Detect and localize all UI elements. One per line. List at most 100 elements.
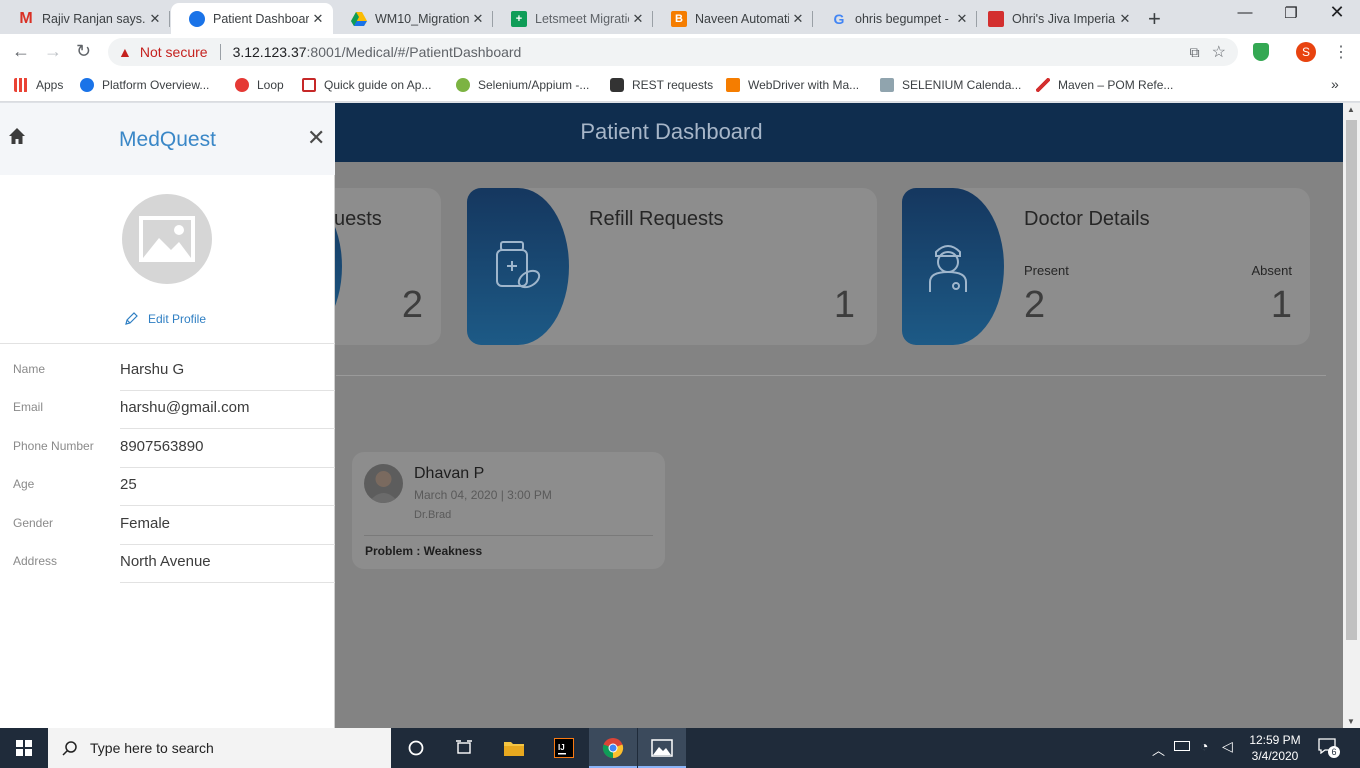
tab-gmail[interactable]: M Rajiv Ranjan says... ✕: [0, 3, 170, 34]
bookmark-rest-requests[interactable]: REST requests: [610, 78, 713, 92]
appointment-problem: Problem : Weakness: [365, 544, 483, 558]
bookmark-loop[interactable]: Loop: [235, 78, 284, 92]
page-scrollbar[interactable]: ▲ ▼: [1343, 103, 1360, 728]
scroll-up-arrow-icon[interactable]: ▲: [1347, 105, 1355, 114]
clock-time: 12:59 PM: [1249, 733, 1301, 747]
bookmark-platform-overview[interactable]: Platform Overview...: [80, 78, 209, 92]
blogger-icon: [726, 78, 740, 92]
appointment-doctor: Dr.Brad: [414, 509, 452, 521]
search-placeholder: Type here to search: [90, 740, 214, 756]
divider: [120, 582, 335, 583]
bookmark-selenium-calendar[interactable]: SELENIUM Calenda...: [880, 78, 1021, 92]
new-tab-button[interactable]: +: [1148, 6, 1161, 32]
tab-patient-dashboard[interactable]: Patient Dashboard ✕: [171, 3, 333, 34]
bookmarks-bar: Apps Platform Overview... Loop Quick gui…: [0, 70, 1360, 102]
field-label: Age: [13, 477, 35, 491]
cortana-button[interactable]: [392, 728, 440, 768]
wifi-icon[interactable]: ◔: [1200, 738, 1208, 754]
start-button[interactable]: [0, 728, 48, 768]
clock-date: 3/4/2020: [1251, 749, 1299, 763]
divider: [120, 505, 335, 506]
photos-icon: [651, 739, 673, 757]
bookmark-quick-guide[interactable]: Quick guide on Ap...: [302, 78, 431, 92]
close-tab-icon[interactable]: ✕: [629, 11, 647, 27]
tab-title: Patient Dashboard: [213, 11, 309, 26]
profile-row-age: Age 25: [0, 468, 335, 506]
minimize-button[interactable]: —: [1222, 4, 1268, 21]
refill-requests-card[interactable]: Refill Requests 1: [467, 188, 877, 345]
tab-wm10-migration[interactable]: WM10_Migration ✕: [333, 3, 493, 34]
translate-icon[interactable]: ⧉: [1190, 44, 1200, 61]
field-label: Email: [13, 400, 44, 414]
profile-row-gender: Gender Female: [0, 507, 335, 545]
tab-letsmeet[interactable]: + Letsmeet Migratio ✕: [493, 3, 653, 34]
back-button[interactable]: ←: [12, 41, 30, 62]
reload-button[interactable]: ↻: [76, 41, 91, 62]
tab-ohris[interactable]: G ohris begumpet - ✕: [813, 3, 977, 34]
calendar-icon: [880, 78, 894, 92]
appointment-card[interactable]: Dhavan P March 04, 2020 | 3:00 PM Dr.Bra…: [352, 452, 665, 569]
bookmark-label: Apps: [36, 78, 64, 92]
file-explorer-button[interactable]: [490, 728, 538, 768]
scroll-down-arrow-icon[interactable]: ▼: [1347, 717, 1355, 726]
intellij-button[interactable]: IJ: [540, 728, 588, 768]
bookmark-maven-pom[interactable]: Maven – POM Refe...: [1036, 78, 1173, 92]
close-tab-icon[interactable]: ✕: [146, 11, 164, 27]
bookmark-star-icon[interactable]: ☆: [1212, 42, 1226, 62]
site-icon: [988, 10, 1004, 27]
profile-avatar[interactable]: S: [1296, 42, 1316, 62]
rest-icon: [610, 78, 624, 92]
tab-title: Letsmeet Migratio: [535, 11, 629, 26]
bookmark-webdriver[interactable]: WebDriver with Ma...: [726, 78, 859, 92]
chrome-button[interactable]: [589, 728, 637, 768]
windows-taskbar: Type here to search IJ ︿ ◔ ◁ 12:59 PM 3/…: [0, 728, 1360, 768]
search-icon: [62, 741, 77, 756]
close-tab-icon[interactable]: ✕: [789, 11, 807, 27]
present-label: Present: [1024, 263, 1069, 278]
profile-avatar-placeholder[interactable]: [122, 194, 212, 284]
scrollbar-thumb[interactable]: [1346, 120, 1357, 640]
photos-button[interactable]: [638, 728, 686, 768]
show-hidden-icons-chevron-icon[interactable]: ︿: [1152, 740, 1165, 759]
loop-icon: [235, 78, 249, 92]
bookmark-label: Platform Overview...: [102, 78, 210, 92]
bookmark-label: SELENIUM Calenda...: [902, 78, 1022, 92]
tab-ohris-jiva[interactable]: Ohri's Jiva Imperia ✕: [970, 3, 1140, 34]
edit-profile-link[interactable]: Edit Profile: [124, 312, 206, 326]
taskbar-search-input[interactable]: Type here to search: [48, 728, 391, 768]
bookmark-apps[interactable]: Apps: [14, 78, 63, 92]
close-tab-icon[interactable]: ✕: [309, 11, 327, 27]
close-tab-icon[interactable]: ✕: [1116, 11, 1134, 27]
forward-button[interactable]: →: [44, 41, 62, 62]
tab-naveen[interactable]: B Naveen Automatio ✕: [653, 3, 813, 34]
field-value: harshu@gmail.com: [120, 399, 250, 416]
doctor-details-card[interactable]: Doctor Details Present Absent 2 1: [902, 188, 1310, 345]
image-placeholder-icon: [139, 216, 195, 262]
profile-row-name: Name Harshu G: [0, 353, 335, 391]
action-center-button[interactable]: 6: [1318, 738, 1340, 758]
field-value: Female: [120, 515, 171, 532]
bookmark-selenium-appium[interactable]: Selenium/Appium -...: [456, 78, 589, 92]
profile-row-address: Address North Avenue: [0, 545, 335, 583]
battery-icon[interactable]: [1174, 741, 1190, 751]
menu-kebab-icon[interactable]: ⋮: [1333, 42, 1349, 62]
bookmark-label: REST requests: [632, 78, 714, 92]
system-clock[interactable]: 12:59 PM 3/4/2020: [1240, 732, 1310, 764]
bookmarks-overflow-button[interactable]: »: [1331, 76, 1339, 92]
extension-shield-icon[interactable]: [1253, 43, 1269, 61]
close-tab-icon[interactable]: ✕: [953, 11, 971, 27]
task-view-button[interactable]: [440, 728, 488, 768]
card-title: Refill Requests: [589, 208, 724, 230]
volume-icon[interactable]: ◁: [1222, 738, 1233, 755]
close-tab-icon[interactable]: ✕: [469, 11, 487, 27]
close-window-button[interactable]: ✕: [1314, 2, 1360, 23]
close-panel-button[interactable]: ✕: [307, 125, 325, 151]
field-value: North Avenue: [120, 553, 211, 570]
address-bar[interactable]: ▲ Not secure 3.12.123.37 :8001/Medical/#…: [108, 38, 1238, 66]
profile-row-phone: Phone Number 8907563890: [0, 430, 335, 468]
medicine-bottle-icon: [496, 241, 541, 289]
restore-button[interactable]: ❐: [1268, 4, 1314, 22]
section-divider: [336, 375, 1326, 376]
card-count: 2: [401, 284, 423, 326]
feather-icon: [1036, 78, 1050, 92]
